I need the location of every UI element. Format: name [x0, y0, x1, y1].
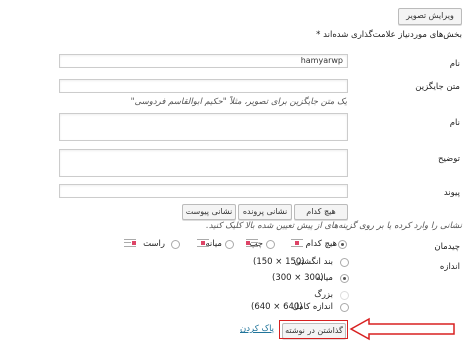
size-thumbnail-dims: (150 × 150)	[253, 257, 305, 267]
required-note: بخش‌های موردنیاز علامت‌گذاری شده‌اند *	[316, 30, 462, 40]
align-left-radio[interactable]	[266, 240, 275, 249]
name-input[interactable]: hamyarwp	[59, 54, 348, 68]
align-none-label: هیچ کدام	[305, 239, 337, 249]
align-center-radio[interactable]	[225, 240, 234, 249]
size-label: اندازه	[439, 262, 460, 272]
description-label: توضیح	[437, 154, 460, 164]
size-full-radio[interactable]	[340, 303, 349, 312]
link-hint: نشانی را وارد کرده یا بر روی گزینه‌های ا…	[206, 221, 462, 231]
align-none-radio[interactable]	[338, 240, 347, 249]
size-medium-radio[interactable]	[340, 274, 349, 283]
align-right-label: راست	[143, 239, 165, 249]
link-input[interactable]	[59, 184, 348, 198]
edit-image-button[interactable]: ویرایش تصویر	[398, 8, 462, 25]
annotation-highlight-box	[279, 320, 348, 339]
size-large-radio[interactable]	[340, 291, 349, 300]
alt-text-label: متن جایگزین	[415, 82, 460, 92]
align-right-icon	[124, 239, 136, 247]
size-full-dims: (640 × 640)	[251, 302, 303, 312]
alt-text-input[interactable]	[59, 79, 348, 93]
annotation-arrow-icon	[349, 317, 455, 341]
alt-text-hint: یک متن جایگزین برای تصویر، مثلاً "حکیم ا…	[130, 97, 347, 107]
align-center-icon	[197, 239, 209, 247]
link-post-button[interactable]: نشانی پیوست	[182, 204, 236, 220]
name-label: نام	[449, 59, 460, 69]
link-none-button[interactable]: هیچ کدام	[294, 204, 348, 220]
caption-textarea[interactable]	[59, 113, 348, 141]
clear-link[interactable]: پاک کردن	[240, 324, 274, 334]
align-none-icon	[291, 239, 303, 247]
size-medium-dims: (300 × 300)	[272, 273, 324, 283]
link-label: پیوند	[443, 188, 460, 198]
link-file-button[interactable]: نشانی پرونده	[238, 204, 292, 220]
description-textarea[interactable]	[59, 149, 348, 177]
size-thumbnail-radio[interactable]	[340, 258, 349, 267]
size-large-label: بزرگ	[314, 290, 333, 300]
align-right-radio[interactable]	[171, 240, 180, 249]
align-left-icon	[246, 239, 258, 247]
alignment-label: چیدمان	[434, 242, 460, 252]
caption-label: نام	[449, 118, 460, 128]
